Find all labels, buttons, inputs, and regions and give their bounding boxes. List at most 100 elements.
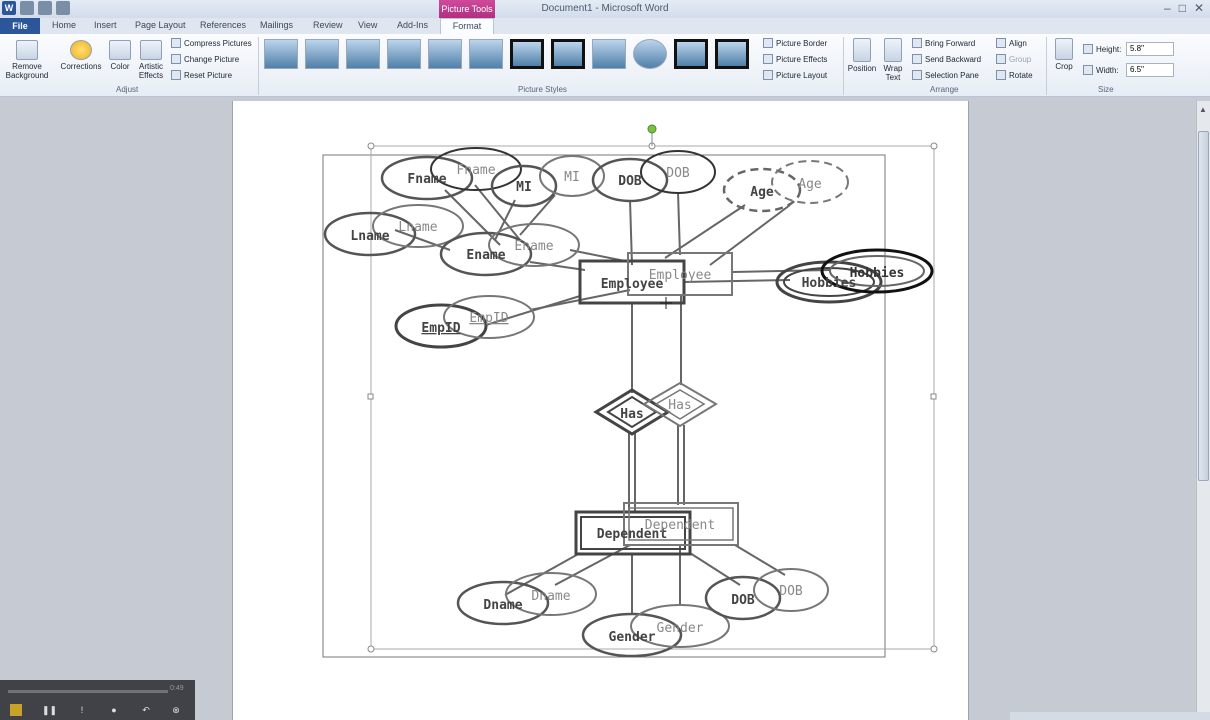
style-thumbnail[interactable] xyxy=(305,39,339,69)
rotate-button[interactable]: Rotate xyxy=(996,70,1033,80)
align-icon xyxy=(996,38,1006,48)
arrange-group-label: Arrange xyxy=(930,85,959,94)
reset-picture-icon xyxy=(171,70,181,80)
undo-icon[interactable]: ↶ xyxy=(140,704,152,716)
width-icon xyxy=(1083,65,1093,75)
picture-border-icon xyxy=(763,38,773,48)
vertical-scrollbar[interactable]: ▲ xyxy=(1196,101,1210,720)
crop-label: Crop xyxy=(1055,62,1073,71)
align-button[interactable]: Align xyxy=(996,38,1027,48)
remove-background-label: Remove Background xyxy=(5,62,49,80)
style-thumbnail[interactable] xyxy=(346,39,380,69)
position-button[interactable]: Position xyxy=(846,38,878,73)
send-backward-icon xyxy=(912,54,922,64)
picture-tools-context-tab: Picture Tools xyxy=(439,0,495,18)
stop-icon[interactable] xyxy=(10,704,22,716)
scroll-thumb[interactable] xyxy=(1198,131,1209,481)
window-title: Document1 - Microsoft Word xyxy=(541,3,669,14)
compress-pictures-button[interactable]: Compress Pictures xyxy=(171,38,252,48)
height-field[interactable]: 5.8" xyxy=(1126,42,1174,56)
height-label-text: Height: xyxy=(1096,44,1122,54)
send-backward-label: Send Backward xyxy=(925,54,982,64)
close-icon[interactable]: ⊗ xyxy=(170,704,182,716)
style-thumbnail[interactable] xyxy=(715,39,749,69)
remove-background-button[interactable]: Remove Background xyxy=(3,40,51,80)
reset-picture-button[interactable]: Reset Picture xyxy=(171,70,232,80)
picture-layout-icon xyxy=(763,70,773,80)
maximize-button[interactable]: □ xyxy=(1179,1,1186,15)
wrap-text-button[interactable]: Wrap Text xyxy=(880,38,906,82)
tab-file[interactable]: File xyxy=(0,18,40,34)
picture-effects-button[interactable]: Picture Effects xyxy=(763,54,827,64)
artistic-effects-icon xyxy=(140,40,162,60)
style-thumbnail[interactable] xyxy=(387,39,421,69)
picture-layout-button[interactable]: Picture Layout xyxy=(763,70,827,80)
selection-pane-label: Selection Pane xyxy=(925,70,979,80)
artistic-effects-button[interactable]: Artistic Effects xyxy=(136,40,166,80)
tab-add-ins[interactable]: Add-Ins xyxy=(397,20,428,30)
picture-border-label: Picture Border xyxy=(776,38,828,48)
corrections-button[interactable]: Corrections xyxy=(58,40,104,71)
rotate-label: Rotate xyxy=(1009,70,1033,80)
tab-view[interactable]: View xyxy=(358,20,377,30)
change-picture-button[interactable]: Change Picture xyxy=(171,54,239,64)
tab-references[interactable]: References xyxy=(200,20,246,30)
change-picture-label: Change Picture xyxy=(184,54,240,64)
document-page[interactable] xyxy=(232,101,969,720)
bring-forward-icon xyxy=(912,38,922,48)
tab-review[interactable]: Review xyxy=(313,20,343,30)
picture-styles-gallery xyxy=(264,39,754,79)
color-icon xyxy=(109,40,131,60)
tab-home[interactable]: Home xyxy=(52,20,76,30)
scroll-up-icon[interactable]: ▲ xyxy=(1199,105,1207,114)
style-thumbnail[interactable] xyxy=(469,39,503,69)
picture-styles-group-label: Picture Styles xyxy=(518,85,567,94)
corrections-icon xyxy=(70,40,92,60)
tab-page-layout[interactable]: Page Layout xyxy=(135,20,186,30)
picture-layout-label: Picture Layout xyxy=(776,70,828,80)
width-label: Width: xyxy=(1083,65,1119,75)
bring-forward-button[interactable]: Bring Forward xyxy=(912,38,975,48)
title-bar: W Document1 - Microsoft Word Picture Too… xyxy=(0,0,1210,18)
send-backward-button[interactable]: Send Backward xyxy=(912,54,981,64)
position-label: Position xyxy=(847,64,877,73)
group-icon xyxy=(996,54,1006,64)
tab-format[interactable]: Format xyxy=(440,18,494,34)
minimize-button[interactable]: – xyxy=(1164,1,1171,15)
align-label: Align xyxy=(1009,38,1027,48)
width-field[interactable]: 6.5" xyxy=(1126,63,1174,77)
lock-icon[interactable]: ● xyxy=(108,704,120,716)
tab-mailings[interactable]: Mailings xyxy=(260,20,293,30)
marker-icon[interactable]: ! xyxy=(76,704,88,716)
style-thumbnail[interactable] xyxy=(592,39,626,69)
group-label: Group xyxy=(1009,54,1032,64)
close-button[interactable]: ✕ xyxy=(1194,1,1204,15)
picture-effects-icon xyxy=(763,54,773,64)
width-label-text: Width: xyxy=(1096,65,1119,75)
player-progress-track[interactable] xyxy=(8,690,168,693)
height-label: Height: xyxy=(1083,44,1121,54)
adjust-group-label: Adjust xyxy=(116,85,139,94)
style-thumbnail[interactable] xyxy=(264,39,298,69)
wrap-text-icon xyxy=(884,38,902,62)
selection-pane-button[interactable]: Selection Pane xyxy=(912,70,979,80)
crop-button[interactable]: Crop xyxy=(1052,38,1076,71)
pause-icon[interactable]: ❚❚ xyxy=(42,704,57,716)
height-icon xyxy=(1083,44,1093,54)
picture-border-button[interactable]: Picture Border xyxy=(763,38,827,48)
style-thumbnail[interactable] xyxy=(551,39,585,69)
group-button[interactable]: Group xyxy=(996,54,1031,64)
style-thumbnail[interactable] xyxy=(674,39,708,69)
color-label: Color xyxy=(110,62,130,71)
color-button[interactable]: Color xyxy=(106,40,134,71)
style-thumbnail[interactable] xyxy=(510,39,544,69)
reset-picture-label: Reset Picture xyxy=(184,70,233,80)
style-thumbnail[interactable] xyxy=(633,39,667,69)
compress-icon xyxy=(171,38,181,48)
ribbon-tabs: File Home Insert Page Layout References … xyxy=(0,18,1210,34)
tab-insert[interactable]: Insert xyxy=(94,20,117,30)
player-time: 0:49 xyxy=(170,685,184,692)
selection-pane-icon xyxy=(912,70,922,80)
change-picture-icon xyxy=(171,54,181,64)
style-thumbnail[interactable] xyxy=(428,39,462,69)
